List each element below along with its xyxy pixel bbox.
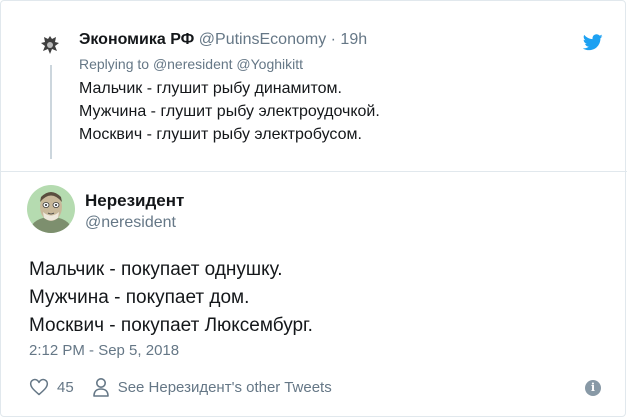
parent-tweet-header: Экономика РФ @PutinsEconomy · 19h <box>79 31 367 49</box>
tweet-divider <box>1 171 627 172</box>
tweet-text: Мальчик - покупает однушку. Мужчина - по… <box>29 256 313 340</box>
parent-text-line: Мужчина - глушит рыбу электроудочкой. <box>79 103 380 120</box>
parent-author-handle[interactable]: @PutinsEconomy <box>199 31 326 48</box>
reply-mentions[interactable]: @neresident @Yoghikitt <box>153 56 303 72</box>
author-name[interactable]: Нерезидент <box>85 191 184 211</box>
see-other-tweets-link[interactable]: See Нерезидент's other Tweets <box>118 379 332 396</box>
tweet-text-line: Мужчина - покупает дом. <box>29 287 250 308</box>
heart-icon[interactable] <box>29 377 49 397</box>
twitter-bird-icon[interactable] <box>583 34 603 51</box>
tweet-text-line: Мальчик - покупает однушку. <box>29 259 283 280</box>
replying-to-label: Replying to <box>79 56 150 72</box>
parent-author-name[interactable]: Экономика РФ <box>79 31 194 48</box>
coat-of-arms-avatar[interactable] <box>37 32 63 58</box>
parent-tweet-text: Мальчик - глушит рыбу динамитом. Мужчина… <box>79 77 380 146</box>
author-handle[interactable]: @neresident <box>85 214 176 232</box>
parent-text-line: Мальчик - глушит рыбу динамитом. <box>79 80 342 97</box>
person-icon <box>92 378 109 397</box>
thread-connector-line <box>50 65 52 159</box>
tweet-text-line: Москвич - покупает Люксембург. <box>29 315 313 336</box>
info-icon[interactable]: i <box>585 380 601 396</box>
like-count[interactable]: 45 <box>57 379 74 396</box>
replying-to-line: Replying to @neresident @Yoghikitt <box>79 56 303 72</box>
parent-tweet-time[interactable]: 19h <box>340 31 367 48</box>
tweet-actions: 45 See Нерезидент's other Tweets <box>29 376 332 398</box>
embedded-tweet-card: Экономика РФ @PutinsEconomy · 19h Replyi… <box>0 0 627 417</box>
separator-dot: · <box>330 31 336 48</box>
author-avatar[interactable] <box>27 185 75 233</box>
parent-text-line: Москвич - глушит рыбу электробусом. <box>79 126 362 143</box>
tweet-timestamp[interactable]: 2:12 PM - Sep 5, 2018 <box>29 342 179 359</box>
